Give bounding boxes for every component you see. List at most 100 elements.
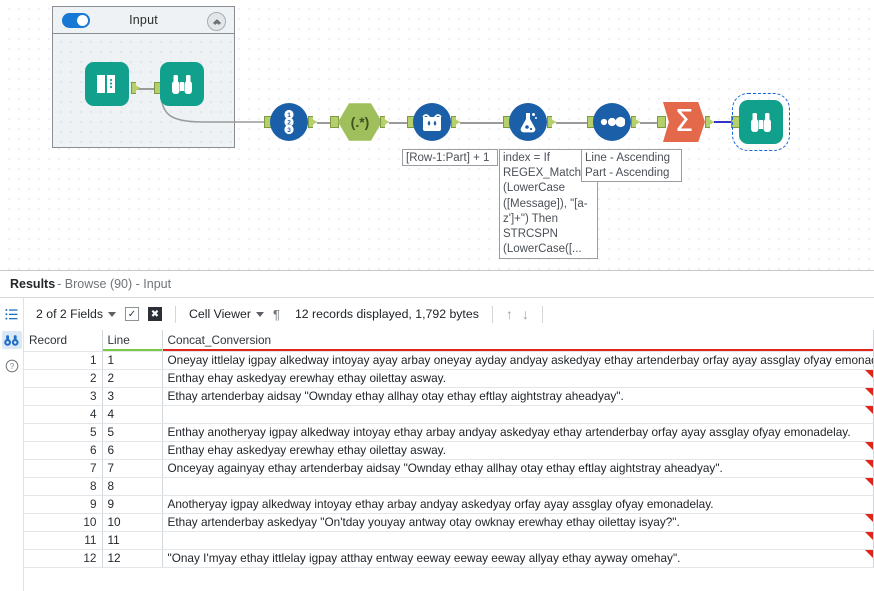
column-header-record[interactable]: Record [24, 330, 103, 351]
node-record-id[interactable]: 1 2 3 [270, 103, 308, 141]
cell-viewer-dropdown[interactable]: Cell Viewer [189, 307, 264, 321]
list-view-icon[interactable] [2, 305, 22, 323]
cell-line[interactable]: 4 [102, 404, 163, 424]
node-formula[interactable] [509, 103, 547, 141]
wire-sort-to-summarize [640, 122, 658, 124]
toolbar-divider-2 [491, 305, 493, 323]
node-browse-1[interactable] [160, 62, 204, 106]
cell-record[interactable]: 4 [24, 404, 103, 424]
scroll-up-icon[interactable]: ↑ [506, 306, 513, 322]
cell-line[interactable]: 8 [102, 476, 163, 496]
cell-record[interactable]: 11 [24, 530, 103, 550]
cell-record[interactable]: 9 [24, 494, 103, 514]
node-multi-row-formula[interactable] [413, 103, 451, 141]
workflow-canvas[interactable]: Input 1 2 3 (.*) Σ [Row-1:Part] + 1 inde… [0, 0, 874, 270]
cell-line[interactable]: 3 [102, 386, 163, 406]
table-row[interactable]: 9 9 Anotheryay igpay alkedway intoyay etha… [24, 494, 874, 514]
pilcrow-icon[interactable]: ¶ [273, 307, 280, 322]
alteryx-designer-window: Input 1 2 3 (.*) Σ [Row-1:Part] + 1 inde… [0, 0, 874, 591]
column-header-line[interactable]: Line [102, 330, 163, 351]
cell-record[interactable]: 5 [24, 422, 103, 442]
node-summarize[interactable]: Σ [663, 102, 705, 142]
table-row[interactable]: 44 [24, 404, 874, 424]
table-row[interactable]: 3 3 Ethay artenderbay aidsay "Ownday ethay… [24, 386, 874, 406]
results-grid[interactable]: Record Line Concat_Conversion 1 1 Oneyay… [24, 330, 874, 591]
cell-record[interactable]: 3 [24, 386, 103, 406]
column-header-concat-label: Concat_Conversion [167, 333, 272, 348]
cell-concat-conversion[interactable]: Enthay ehay askedyay erewhay ethay oilet… [162, 368, 874, 388]
cell-record[interactable]: 10 [24, 512, 103, 532]
cell-concat-conversion[interactable]: Enthay anotheryay igpay alkedway intoyay… [162, 422, 874, 442]
cell-record[interactable]: 12 [24, 548, 103, 568]
cell-concat-conversion[interactable]: Onceyay againyay ethay artenderbay aidsa… [162, 458, 874, 478]
record-count-label: 12 records displayed, 1,792 bytes [294, 307, 479, 321]
table-row[interactable]: 88 [24, 476, 874, 496]
cell-concat-conversion[interactable]: Oneyay ittlelay igpay alkedway intoyay a… [162, 350, 874, 370]
svg-text:3: 3 [287, 127, 291, 134]
anchor-recordid-output[interactable] [308, 116, 317, 128]
anchor-formula-output[interactable] [547, 116, 556, 128]
table-row[interactable]: 7 7 Onceyay againyay ethay artenderbay aid… [24, 458, 874, 478]
table-row[interactable]: 6 6 Enthay ehay askedyay erewhay ethay oil… [24, 440, 874, 460]
browse-binoculars-icon[interactable] [1, 331, 22, 349]
cell-concat-conversion[interactable]: "Onay I'myay ethay ittlelay igpay atthay… [162, 548, 874, 568]
scroll-down-icon[interactable]: ↓ [522, 306, 529, 322]
cell-line[interactable]: 5 [102, 422, 163, 442]
cell-line[interactable]: 1 [102, 350, 163, 370]
truncation-marker-icon [865, 550, 873, 558]
summarize-sigma-icon: Σ [663, 102, 705, 142]
cell-line[interactable]: 7 [102, 458, 163, 478]
table-row[interactable]: 11 11 [24, 530, 874, 550]
anchor-regex-output[interactable] [380, 116, 389, 128]
fields-dropdown[interactable]: 2 of 2 Fields [36, 307, 116, 321]
collapse-chevron-icon[interactable] [207, 12, 226, 31]
table-row[interactable]: 2 2 Enthay ehay askedyay erewhay ethay oil… [24, 368, 874, 388]
cell-concat-conversion[interactable]: Ethay artenderbay aidsay "Ownday ethay a… [162, 386, 874, 406]
cell-line[interactable]: 9 [102, 494, 163, 514]
cell-record[interactable]: 1 [24, 350, 103, 370]
column-underline-line [102, 348, 162, 351]
cell-line[interactable]: 2 [102, 368, 163, 388]
cell-concat-conversion[interactable]: Enthay ehay askedyay erewhay ethay oilet… [162, 440, 874, 460]
container-enable-toggle[interactable] [62, 13, 90, 28]
column-underline-record [24, 348, 102, 351]
node-regex[interactable]: (.*) [338, 102, 382, 142]
truncation-marker-icon [865, 388, 873, 396]
cell-record[interactable]: 6 [24, 440, 103, 460]
svg-text:?: ? [9, 362, 14, 371]
cell-line[interactable]: 12 [102, 548, 163, 568]
truncation-marker-icon [865, 532, 873, 540]
cell-record[interactable]: 2 [24, 368, 103, 388]
truncation-marker-icon [865, 478, 873, 486]
cell-concat-conversion[interactable] [162, 476, 874, 496]
column-header-concat-conversion[interactable]: Concat_Conversion [162, 330, 874, 351]
cell-record[interactable]: 8 [24, 476, 103, 496]
help-icon[interactable]: ? [2, 357, 22, 375]
cell-line[interactable]: 6 [102, 440, 163, 460]
cell-concat-conversion[interactable]: Ethay artenderbay askedyay "On'tday youy… [162, 512, 874, 532]
table-row[interactable]: 5 5 Enthay anotheryay igpay alkedway intoy… [24, 422, 874, 442]
anchor-sort-output[interactable] [631, 116, 640, 128]
anchor-multirow-output[interactable] [451, 116, 460, 128]
truncation-marker-icon [865, 370, 873, 378]
checkbox-x-icon[interactable]: ✖ [148, 307, 162, 321]
anchor-summarize-output[interactable] [705, 116, 714, 128]
cell-line[interactable]: 10 [102, 512, 163, 532]
fields-dropdown-label: 2 of 2 Fields [36, 307, 103, 321]
chevron-down-icon [255, 311, 264, 317]
table-row[interactable]: 10 10 Ethay artenderbay askedyay "On'tday … [24, 512, 874, 532]
cell-line[interactable]: 11 [102, 530, 163, 550]
node-browse-final[interactable] [732, 93, 790, 151]
cell-record[interactable]: 7 [24, 458, 103, 478]
cell-concat-conversion[interactable] [162, 404, 874, 424]
node-sort[interactable] [593, 103, 631, 141]
results-title-bar: Results - Browse (90) - Input [0, 271, 874, 298]
checkbox-check-icon[interactable]: ✓ [125, 307, 139, 321]
table-row[interactable]: 1 1 Oneyay ittlelay igpay alkedway intoyay… [24, 350, 874, 370]
cell-concat-conversion[interactable]: Anotheryay igpay alkedway intoyay ethay … [162, 494, 874, 514]
formula-flask-icon [509, 103, 547, 141]
truncation-marker-icon [865, 514, 873, 522]
cell-concat-conversion[interactable] [162, 530, 874, 550]
table-row[interactable]: 12 12 "Onay I'myay ethay ittlelay igpay at… [24, 548, 874, 568]
node-input-data[interactable] [85, 62, 129, 106]
